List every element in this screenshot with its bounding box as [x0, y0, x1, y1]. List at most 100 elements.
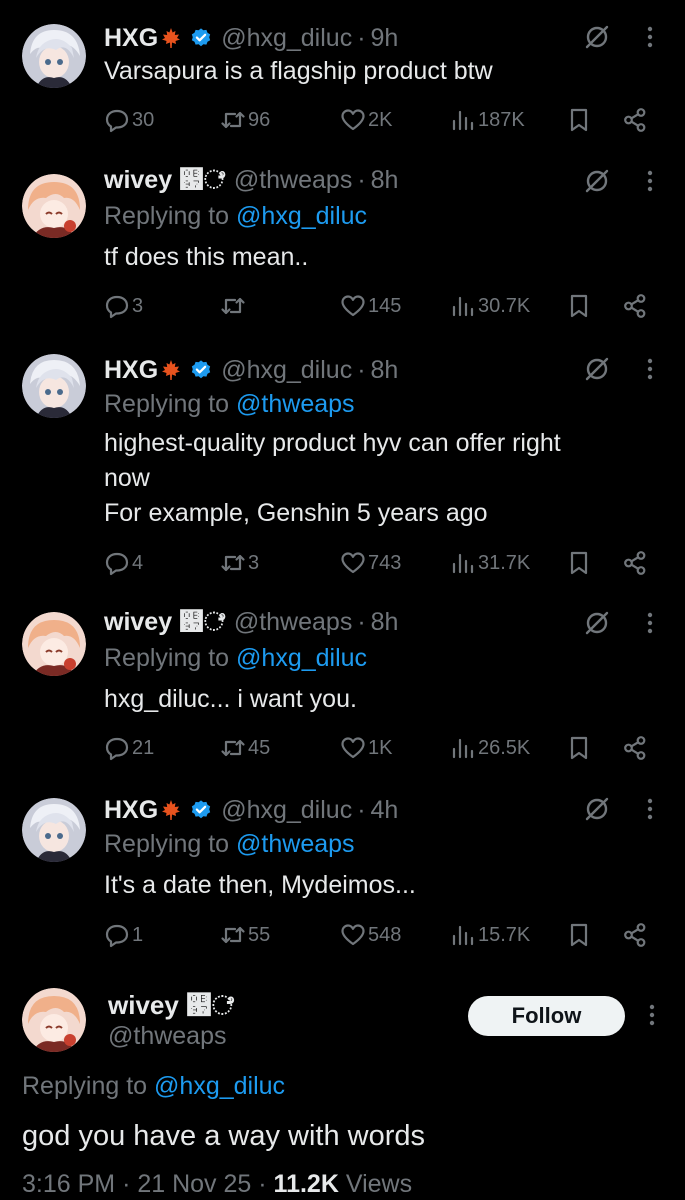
reply-mention-link[interactable]: @hxg_diluc [154, 1072, 285, 1100]
timestamp[interactable]: 8h [371, 356, 399, 385]
more-options-icon[interactable] [642, 354, 658, 384]
repost-icon [221, 739, 245, 757]
like-button[interactable]: 743 [340, 548, 401, 578]
post-date[interactable]: 21 Nov 25 [137, 1170, 251, 1198]
repost-icon [221, 297, 245, 315]
heart-icon [341, 924, 365, 946]
tweet-text: Varsapura is a flagship product btw [104, 57, 493, 85]
like-button[interactable]: 2K [340, 105, 392, 135]
avatar-wivey[interactable] [22, 174, 86, 238]
more-options-icon[interactable] [642, 166, 658, 196]
bookmark-icon [570, 736, 588, 760]
reply-button[interactable]: 1 [104, 920, 143, 950]
timestamp[interactable]: 8h [371, 166, 399, 195]
repost-button[interactable]: 45 [220, 733, 270, 763]
share-icon [624, 108, 646, 132]
tweet[interactable]: HXG @hxg_diluc · 8h Replying to @thweaps… [0, 350, 685, 600]
repost-icon [221, 926, 245, 944]
share-button[interactable] [622, 548, 648, 578]
grok-icon[interactable] [582, 354, 612, 384]
display-name[interactable]: wivey ஗ೆ [104, 166, 225, 195]
reply-button[interactable]: 21 [104, 733, 154, 763]
views-button[interactable]: 15.7K [450, 920, 530, 950]
handle[interactable]: @thweaps [234, 608, 353, 637]
share-button[interactable] [622, 291, 648, 321]
follow-button[interactable]: Follow [468, 996, 625, 1036]
share-icon [624, 736, 646, 760]
share-icon [624, 923, 646, 947]
like-button[interactable]: 548 [340, 920, 401, 950]
share-button[interactable] [622, 920, 648, 950]
like-button[interactable]: 145 [340, 291, 401, 321]
grok-icon[interactable] [582, 794, 612, 824]
tweet-actions: 4 3 743 31.7K [104, 548, 664, 578]
handle[interactable]: @hxg_diluc [221, 356, 352, 385]
views-button[interactable]: 26.5K [450, 733, 530, 763]
avatar-wivey[interactable] [22, 612, 86, 676]
avatar-hxg[interactable] [22, 798, 86, 862]
views-icon [452, 110, 474, 131]
replying-to: Replying to @thweaps [104, 830, 355, 858]
heart-icon [341, 109, 365, 131]
handle[interactable]: @hxg_diluc [221, 796, 352, 825]
more-options-icon[interactable] [642, 608, 658, 638]
reply-icon [105, 924, 129, 948]
reply-mention-link[interactable]: @thweaps [236, 830, 355, 858]
more-options-icon[interactable] [642, 794, 658, 824]
tweet-actions: 3 145 30.7K [104, 291, 664, 321]
separator-dot: · [357, 607, 366, 636]
repost-icon [221, 111, 245, 129]
tweet[interactable]: wivey ஗ೆ @thweaps · 8h Replying to @hxg_… [0, 600, 685, 786]
repost-button[interactable]: 96 [220, 105, 270, 135]
views-button[interactable]: 187K [450, 105, 525, 135]
bookmark-button[interactable] [566, 105, 592, 135]
post-time[interactable]: 3:16 PM [22, 1170, 115, 1198]
reply-mention-link[interactable]: @hxg_diluc [236, 644, 367, 672]
handle[interactable]: @hxg_diluc [221, 24, 352, 53]
reply-mention-link[interactable]: @hxg_diluc [236, 202, 367, 230]
bookmark-button[interactable] [566, 733, 592, 763]
views-button[interactable]: 31.7K [450, 548, 530, 578]
repost-button[interactable] [220, 291, 248, 321]
reply-mention-link[interactable]: @thweaps [236, 390, 355, 418]
display-name[interactable]: HXG [104, 356, 183, 385]
avatar-hxg[interactable] [22, 24, 86, 88]
tweet-text: It's a date then, Mydeimos... [104, 871, 416, 899]
share-button[interactable] [622, 105, 648, 135]
display-name[interactable]: HXG [104, 796, 183, 825]
reply-button[interactable]: 3 [104, 291, 143, 321]
grok-icon[interactable] [582, 22, 612, 52]
tweet[interactable]: HXG @hxg_diluc · 4h Replying to @thweaps… [0, 786, 685, 976]
bookmark-button[interactable] [566, 920, 592, 950]
grok-icon[interactable] [582, 608, 612, 638]
timestamp[interactable]: 9h [371, 24, 399, 53]
repost-icon [221, 554, 245, 572]
bookmark-button[interactable] [566, 548, 592, 578]
repost-button[interactable]: 3 [220, 548, 259, 578]
timestamp[interactable]: 4h [371, 796, 399, 825]
timestamp[interactable]: 8h [371, 608, 399, 637]
tweet-actions: 21 45 1K 26.5K [104, 733, 664, 763]
grok-icon[interactable] [582, 166, 612, 196]
display-name[interactable]: wivey ஗ೆ [104, 608, 225, 637]
handle[interactable]: @thweaps [234, 166, 353, 195]
tweet[interactable]: HXG @hxg_diluc · 9h Varsapura is a flags… [0, 0, 685, 160]
reply-button[interactable]: 4 [104, 548, 143, 578]
avatar-hxg[interactable] [22, 354, 86, 418]
separator-dot: · [357, 355, 366, 384]
avatar-wivey[interactable] [22, 988, 86, 1052]
views-button[interactable]: 30.7K [450, 291, 530, 321]
share-button[interactable] [622, 733, 648, 763]
like-button[interactable]: 1K [340, 733, 392, 763]
display-name[interactable]: HXG [104, 24, 183, 53]
handle[interactable]: @thweaps [108, 1022, 227, 1051]
more-options-icon[interactable] [642, 22, 658, 52]
heart-icon [341, 737, 365, 759]
reply-icon [105, 552, 129, 576]
display-name[interactable]: wivey ஗ೆ [108, 990, 234, 1022]
repost-button[interactable]: 55 [220, 920, 270, 950]
tweet[interactable]: wivey ஗ೆ @thweaps · 8h Replying to @hxg_… [0, 160, 685, 350]
reply-button[interactable]: 30 [104, 105, 154, 135]
more-options-icon[interactable] [644, 1000, 660, 1030]
bookmark-button[interactable] [566, 291, 592, 321]
